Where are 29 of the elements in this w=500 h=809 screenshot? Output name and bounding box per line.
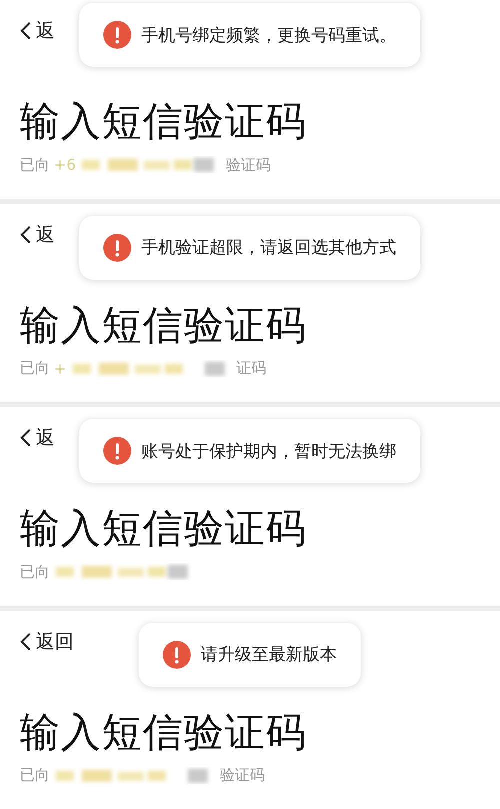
back-link[interactable]: 返 bbox=[20, 18, 55, 44]
page-title: 输入短信验证码 bbox=[20, 98, 308, 147]
error-icon bbox=[163, 640, 191, 668]
subtitle-text: 已向 bbox=[20, 156, 50, 174]
subtitle-text: 验证码 bbox=[220, 766, 265, 785]
toast-message: 请升级至最新版本 bbox=[201, 644, 337, 666]
page-title: 输入短信验证码 bbox=[20, 505, 308, 554]
phone-prefix: + bbox=[54, 360, 67, 378]
back-link[interactable]: 返 bbox=[20, 222, 55, 248]
toast-message: 手机验证超限，请返回选其他方式 bbox=[142, 237, 396, 259]
chevron-left-icon bbox=[20, 428, 32, 448]
toast-message: 手机号绑定频繁，更换号码重试。 bbox=[142, 24, 396, 46]
error-icon bbox=[104, 437, 132, 465]
error-icon bbox=[104, 234, 132, 262]
back-link[interactable]: 返回 bbox=[20, 628, 74, 654]
chevron-left-icon bbox=[20, 632, 32, 652]
subtitle-text: 已向 bbox=[20, 562, 50, 582]
page-title: 输入短信验证码 bbox=[20, 708, 308, 758]
page-title: 输入短信验证码 bbox=[20, 302, 308, 350]
subtitle-text: 已向 bbox=[20, 766, 50, 785]
chevron-left-icon bbox=[20, 21, 32, 41]
chevron-left-icon bbox=[20, 224, 32, 244]
subtitle-text: 验证码 bbox=[226, 156, 272, 174]
phone-prefix: +6 bbox=[54, 156, 76, 174]
toast-message: 账号处于保护期内，暂时无法换绑 bbox=[142, 440, 396, 462]
error-icon bbox=[104, 21, 132, 49]
subtitle-text: 证码 bbox=[236, 359, 267, 378]
subtitle-text: 已向 bbox=[20, 359, 50, 378]
back-link[interactable]: 返 bbox=[20, 425, 55, 451]
